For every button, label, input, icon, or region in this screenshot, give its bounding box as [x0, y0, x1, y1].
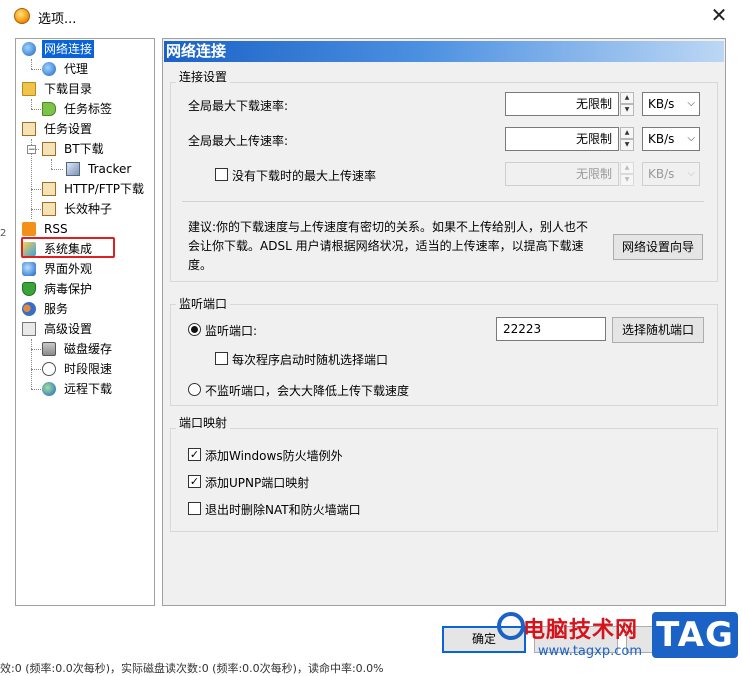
watermark-url: www.tagxp.com — [538, 644, 642, 659]
no-download-upload-spinner: ▲ ▼ — [620, 162, 634, 186]
max-download-input[interactable]: 无限制 — [505, 92, 619, 116]
disk-icon — [42, 342, 56, 356]
advice-text: 建议:你的下载速度与上传速度有密切的关系。如果不上传给别人，别人也不会让你下载。… — [188, 220, 589, 272]
chevron-down-icon: ⌵ — [687, 133, 695, 144]
highlight-box — [21, 237, 115, 258]
no-listen-label: 不监听端口，会大大降低上传下载速度 — [205, 384, 410, 398]
clipboard-icon — [42, 182, 56, 196]
options-tree: − 网络连接 代理 下载目录 任务标签 任务设置 BT下载 Tracker HT… — [15, 38, 155, 606]
no-download-unit-select: KB/s ⌵ — [642, 162, 700, 186]
palette-icon — [22, 262, 36, 276]
max-download-label: 全局最大下载速率: — [188, 99, 289, 113]
max-upload-input[interactable]: 无限制 — [505, 127, 619, 151]
users-icon — [22, 302, 36, 316]
firewall-exception-label: 添加Windows防火墙例外 — [205, 449, 343, 463]
port-input[interactable]: 22223 — [496, 317, 606, 341]
no-download-upload-label: 没有下载时的最大上传速率 — [232, 169, 377, 183]
chevron-down-icon: ⌵ — [687, 168, 695, 179]
clipboard-icon — [42, 202, 56, 216]
clipboard-icon — [42, 142, 56, 156]
max-upload-label: 全局最大上传速率: — [188, 134, 289, 148]
panel-header: 网络连接 — [164, 41, 724, 62]
window-title: 选项... — [38, 12, 77, 27]
remove-nat-checkbox[interactable] — [188, 502, 201, 515]
rss-icon — [22, 222, 36, 236]
divider — [182, 201, 704, 202]
firewall-exception-checkbox[interactable]: ✓ — [188, 448, 201, 461]
watermark-site-name: 电脑技术网 — [523, 618, 639, 643]
chevron-down-icon: ⌵ — [687, 98, 695, 109]
folder-icon — [22, 82, 36, 96]
shield-icon — [22, 282, 36, 296]
upload-unit-select[interactable]: KB/s ⌵ — [642, 127, 700, 151]
proxy-globe-icon — [42, 62, 56, 76]
listen-port-label: 监听端口: — [205, 324, 258, 338]
download-unit-select[interactable]: KB/s ⌵ — [642, 92, 700, 116]
upnp-mapping-checkbox[interactable]: ✓ — [188, 475, 201, 488]
app-logo-icon — [14, 8, 30, 24]
watermark-tag: TAG — [652, 612, 738, 658]
cube-icon — [66, 162, 80, 176]
clock-icon — [42, 362, 56, 376]
random-on-start-checkbox[interactable] — [215, 352, 228, 365]
no-listen-radio[interactable] — [188, 383, 201, 396]
close-icon[interactable]: ✕ — [704, 2, 734, 28]
advanced-icon — [22, 322, 36, 336]
max-upload-spinner[interactable]: ▲ ▼ — [620, 127, 634, 151]
watermark-ring-icon — [497, 612, 525, 640]
listen-group-label: 监听端口 — [176, 295, 231, 312]
listen-port-radio[interactable] — [188, 323, 201, 336]
network-globe-icon — [22, 42, 36, 56]
mapping-group-label: 端口映射 — [176, 414, 231, 431]
remove-nat-label: 退出时删除NAT和防火墙端口 — [205, 503, 361, 517]
upnp-mapping-label: 添加UPNP端口映射 — [205, 476, 310, 490]
random-port-button[interactable]: 选择随机端口 — [612, 317, 704, 343]
background-status-text: 效:0 (频率:0.0次每秒)，实际磁盘读次数:0 (频率:0.0次每秒)，读命… — [0, 662, 384, 675]
random-on-start-label: 每次程序启动时随机选择端口 — [232, 353, 389, 367]
tag-icon — [42, 102, 56, 116]
network-wizard-button[interactable]: 网络设置向导 — [613, 234, 703, 260]
connection-group-label: 连接设置 — [176, 68, 231, 85]
clipboard-icon — [22, 122, 36, 136]
max-download-spinner[interactable]: ▲ ▼ — [620, 92, 634, 116]
remote-globe-icon — [42, 382, 56, 396]
background-fragment: 2 — [0, 228, 7, 239]
collapse-icon[interactable]: − — [27, 145, 36, 155]
no-download-upload-input: 无限制 — [505, 162, 619, 186]
no-download-upload-checkbox[interactable] — [215, 168, 228, 181]
title-bar: 选项... ✕ — [0, 0, 742, 32]
